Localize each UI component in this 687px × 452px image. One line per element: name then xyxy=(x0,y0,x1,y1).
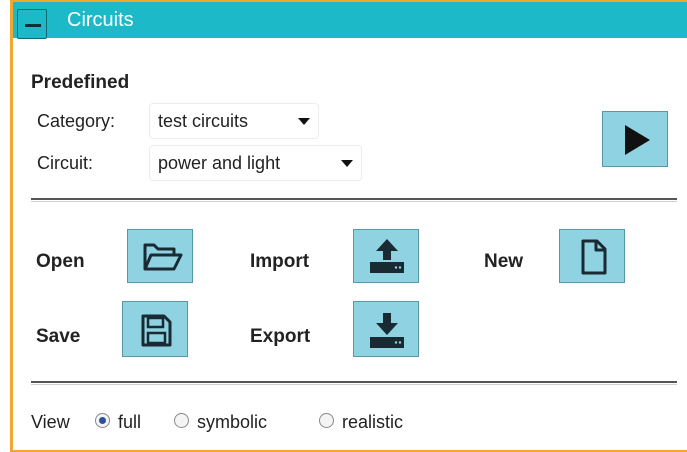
view-full-radio[interactable] xyxy=(95,413,110,428)
download-icon xyxy=(370,313,404,348)
run-button[interactable] xyxy=(602,111,668,167)
view-symbolic-label[interactable]: symbolic xyxy=(197,412,267,433)
panel-titlebar: Circuits xyxy=(13,2,687,39)
circuit-select[interactable]: power and light xyxy=(150,146,361,180)
play-icon xyxy=(625,125,650,155)
view-label: View xyxy=(31,412,70,432)
chevron-down-icon xyxy=(341,160,353,167)
import-button[interactable] xyxy=(353,229,419,283)
circuits-panel: Circuits Predefined Category: test circu… xyxy=(10,0,687,452)
section-divider xyxy=(31,381,677,385)
import-label: Import xyxy=(250,251,310,272)
new-file-icon xyxy=(581,239,607,275)
category-select[interactable]: test circuits xyxy=(150,104,318,138)
export-label: Export xyxy=(250,326,311,347)
open-button[interactable] xyxy=(127,229,193,283)
chevron-down-icon xyxy=(298,118,310,125)
view-symbolic-radio[interactable] xyxy=(174,413,189,428)
minus-icon xyxy=(25,24,41,27)
circuit-value: power and light xyxy=(158,153,281,173)
save-label: Save xyxy=(36,326,81,347)
upload-icon xyxy=(370,239,404,273)
folder-open-icon xyxy=(143,243,183,271)
floppy-disk-icon xyxy=(141,314,172,347)
new-button[interactable] xyxy=(559,229,625,283)
predefined-heading: Predefined xyxy=(31,72,130,93)
new-label: New xyxy=(484,251,524,272)
section-divider xyxy=(31,198,677,202)
view-realistic-radio[interactable] xyxy=(319,413,334,428)
save-button[interactable] xyxy=(122,301,188,357)
collapse-button[interactable] xyxy=(17,9,47,39)
view-realistic-label[interactable]: realistic xyxy=(342,412,403,433)
view-full-label[interactable]: full xyxy=(118,412,141,433)
open-label: Open xyxy=(36,251,85,272)
export-button[interactable] xyxy=(353,301,419,357)
circuit-label: Circuit: xyxy=(37,153,94,173)
panel-title: Circuits xyxy=(67,9,134,31)
category-value: test circuits xyxy=(158,111,249,131)
category-label: Category: xyxy=(37,111,116,131)
